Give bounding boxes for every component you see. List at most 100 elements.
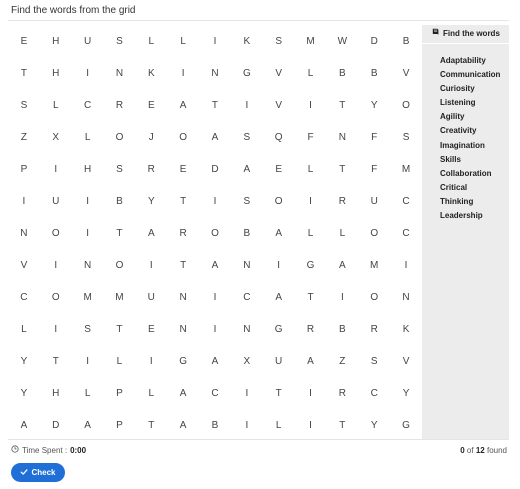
grid-cell[interactable]: P bbox=[8, 153, 40, 185]
grid-cell[interactable]: I bbox=[295, 409, 327, 441]
grid-cell[interactable]: O bbox=[358, 281, 390, 313]
grid-cell[interactable]: S bbox=[72, 313, 104, 345]
grid-cell[interactable]: B bbox=[358, 57, 390, 89]
grid-cell[interactable]: B bbox=[231, 217, 263, 249]
grid-cell[interactable]: O bbox=[358, 217, 390, 249]
grid-cell[interactable]: G bbox=[167, 345, 199, 377]
grid-cell[interactable]: K bbox=[231, 25, 263, 57]
grid-cell[interactable]: Y bbox=[135, 185, 167, 217]
grid-cell[interactable]: N bbox=[72, 249, 104, 281]
grid-cell[interactable]: M bbox=[295, 25, 327, 57]
grid-cell[interactable]: G bbox=[390, 409, 422, 441]
grid-cell[interactable]: T bbox=[135, 409, 167, 441]
grid-cell[interactable]: C bbox=[72, 89, 104, 121]
grid-cell[interactable]: Q bbox=[263, 121, 295, 153]
grid-cell[interactable]: D bbox=[199, 153, 231, 185]
grid-cell[interactable]: U bbox=[40, 185, 72, 217]
grid-cell[interactable]: X bbox=[40, 121, 72, 153]
grid-cell[interactable]: D bbox=[358, 25, 390, 57]
grid-cell[interactable]: J bbox=[135, 121, 167, 153]
grid-cell[interactable]: I bbox=[72, 217, 104, 249]
grid-cell[interactable]: T bbox=[104, 217, 136, 249]
grid-cell[interactable]: I bbox=[72, 57, 104, 89]
grid-cell[interactable]: N bbox=[231, 249, 263, 281]
grid-cell[interactable]: R bbox=[326, 377, 358, 409]
grid-cell[interactable]: L bbox=[263, 409, 295, 441]
grid-cell[interactable]: O bbox=[199, 217, 231, 249]
grid-cell[interactable]: M bbox=[104, 281, 136, 313]
grid-cell[interactable]: B bbox=[390, 25, 422, 57]
grid-cell[interactable]: M bbox=[390, 153, 422, 185]
grid-cell[interactable]: T bbox=[326, 409, 358, 441]
grid-cell[interactable]: K bbox=[390, 313, 422, 345]
grid-cell[interactable]: B bbox=[326, 313, 358, 345]
grid-cell[interactable]: I bbox=[231, 377, 263, 409]
grid-cell[interactable]: E bbox=[135, 313, 167, 345]
grid-cell[interactable]: V bbox=[8, 249, 40, 281]
grid-cell[interactable]: L bbox=[104, 345, 136, 377]
grid-cell[interactable]: U bbox=[135, 281, 167, 313]
grid-cell[interactable]: I bbox=[40, 313, 72, 345]
grid-cell[interactable]: I bbox=[231, 409, 263, 441]
grid-cell[interactable]: V bbox=[390, 345, 422, 377]
grid-cell[interactable]: I bbox=[199, 281, 231, 313]
grid-cell[interactable]: C bbox=[8, 281, 40, 313]
grid-cell[interactable]: S bbox=[104, 25, 136, 57]
grid-cell[interactable]: L bbox=[72, 121, 104, 153]
grid-cell[interactable]: C bbox=[390, 217, 422, 249]
grid-cell[interactable]: R bbox=[358, 313, 390, 345]
grid-cell[interactable]: R bbox=[326, 185, 358, 217]
grid-cell[interactable]: W bbox=[326, 25, 358, 57]
grid-cell[interactable]: I bbox=[72, 345, 104, 377]
grid-cell[interactable]: N bbox=[104, 57, 136, 89]
grid-cell[interactable]: P bbox=[104, 409, 136, 441]
grid-cell[interactable]: G bbox=[263, 313, 295, 345]
grid-cell[interactable]: I bbox=[390, 249, 422, 281]
grid-cell[interactable]: I bbox=[135, 345, 167, 377]
grid-cell[interactable]: B bbox=[199, 409, 231, 441]
grid-cell[interactable]: I bbox=[263, 249, 295, 281]
check-button[interactable]: Check bbox=[11, 463, 65, 482]
grid-cell[interactable]: B bbox=[326, 57, 358, 89]
grid-cell[interactable]: Z bbox=[8, 121, 40, 153]
grid-cell[interactable]: L bbox=[135, 25, 167, 57]
grid-cell[interactable]: Y bbox=[358, 409, 390, 441]
grid-cell[interactable]: O bbox=[40, 281, 72, 313]
grid-cell[interactable]: L bbox=[167, 25, 199, 57]
grid-cell[interactable]: A bbox=[167, 89, 199, 121]
grid-cell[interactable]: T bbox=[40, 345, 72, 377]
grid-cell[interactable]: L bbox=[295, 153, 327, 185]
grid-cell[interactable]: N bbox=[199, 57, 231, 89]
grid-cell[interactable]: N bbox=[326, 121, 358, 153]
grid-cell[interactable]: O bbox=[167, 121, 199, 153]
grid-cell[interactable]: G bbox=[295, 249, 327, 281]
grid-cell[interactable]: O bbox=[40, 217, 72, 249]
grid-cell[interactable]: T bbox=[263, 377, 295, 409]
grid-cell[interactable]: T bbox=[326, 89, 358, 121]
grid-cell[interactable]: Y bbox=[358, 89, 390, 121]
grid-cell[interactable]: V bbox=[263, 89, 295, 121]
grid-cell[interactable]: A bbox=[199, 249, 231, 281]
grid-cell[interactable]: Y bbox=[390, 377, 422, 409]
grid-cell[interactable]: T bbox=[8, 57, 40, 89]
grid-cell[interactable]: T bbox=[167, 185, 199, 217]
grid-cell[interactable]: A bbox=[326, 249, 358, 281]
grid-cell[interactable]: S bbox=[390, 121, 422, 153]
grid-cell[interactable]: F bbox=[295, 121, 327, 153]
grid-cell[interactable]: I bbox=[295, 89, 327, 121]
grid-cell[interactable]: O bbox=[104, 249, 136, 281]
grid-cell[interactable]: L bbox=[295, 217, 327, 249]
grid-cell[interactable]: N bbox=[8, 217, 40, 249]
grid-cell[interactable]: Z bbox=[326, 345, 358, 377]
grid-cell[interactable]: U bbox=[72, 25, 104, 57]
grid-cell[interactable]: E bbox=[263, 153, 295, 185]
grid-cell[interactable]: T bbox=[167, 249, 199, 281]
grid-cell[interactable]: S bbox=[104, 153, 136, 185]
grid-cell[interactable]: L bbox=[295, 57, 327, 89]
grid-cell[interactable]: L bbox=[135, 377, 167, 409]
grid-cell[interactable]: I bbox=[40, 153, 72, 185]
grid-cell[interactable]: T bbox=[199, 89, 231, 121]
grid-cell[interactable]: A bbox=[263, 217, 295, 249]
grid-cell[interactable]: A bbox=[167, 409, 199, 441]
grid-cell[interactable]: R bbox=[167, 217, 199, 249]
